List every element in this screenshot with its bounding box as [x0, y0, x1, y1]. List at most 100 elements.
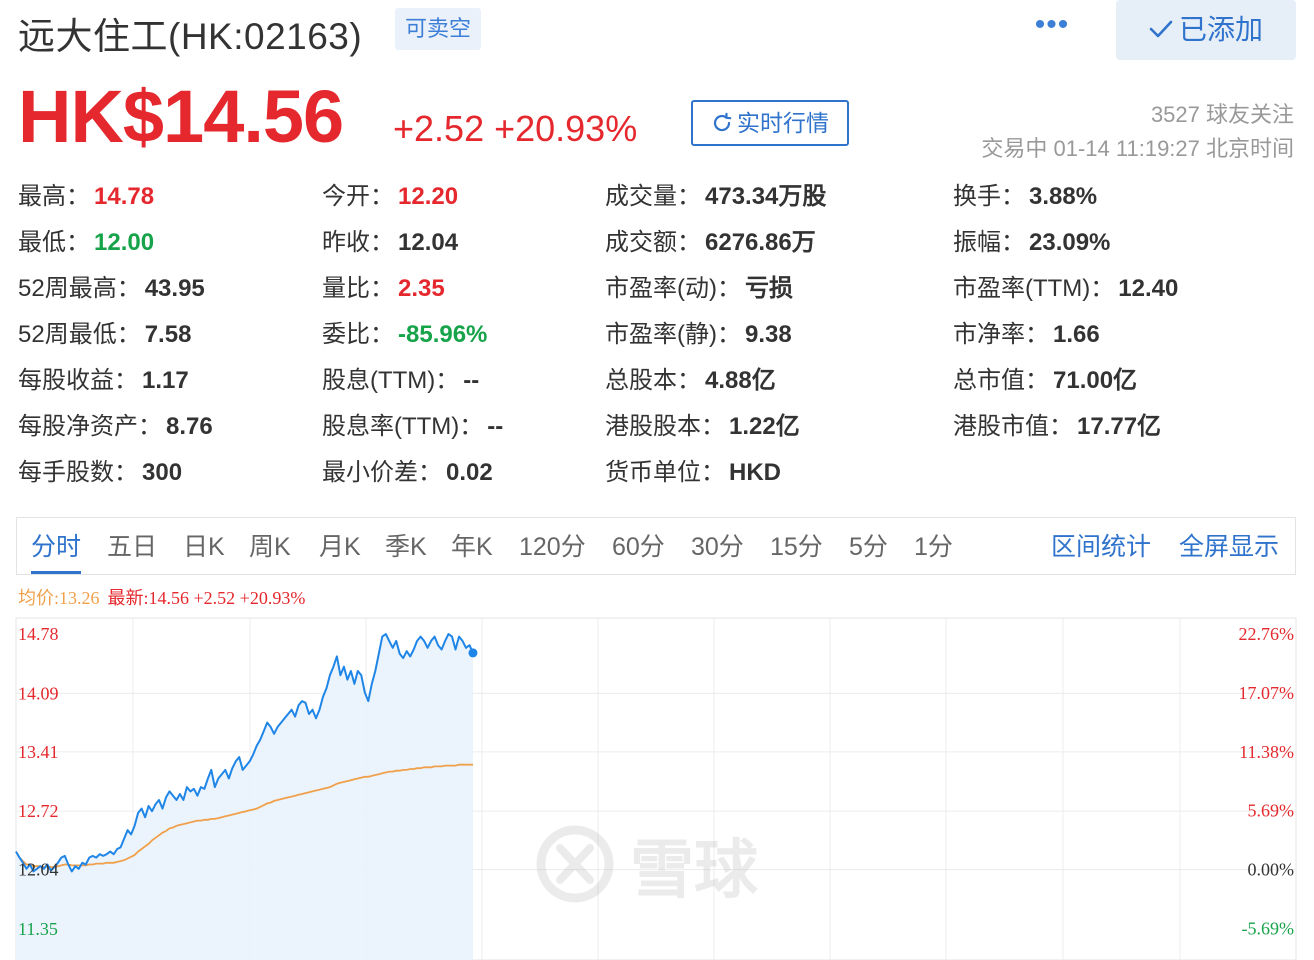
stat-item: 市盈率(静)： 9.38 — [605, 320, 792, 350]
y-axis-right: 22.76% 17.07% 11.38% 5.69% 0.00% -5.69% — [1239, 624, 1295, 939]
tab-period[interactable]: 日K — [183, 518, 225, 574]
stat-item: 总股本： 4.88亿 — [605, 366, 776, 396]
tab-period[interactable]: 分时 — [31, 518, 82, 574]
stat-item: 振幅： 23.09% — [953, 228, 1110, 258]
stat-value: 7.58 — [144, 321, 192, 348]
stat-value: 473.34万股 — [705, 183, 827, 210]
stat-label: 每手股数： — [18, 459, 138, 486]
stat-label: 市净率： — [953, 321, 1049, 348]
stat-value: 23.09% — [1029, 229, 1111, 256]
stat-value: 12.40 — [1118, 275, 1179, 302]
stat-value: -- — [463, 367, 480, 394]
y-right-tick: 0.00% — [1248, 860, 1295, 880]
stat-item: 最低： 12.00 — [18, 228, 154, 258]
stat-value: 6276.86万 — [705, 229, 816, 256]
stat-item: 52周最低： 7.58 — [18, 320, 191, 350]
stat-item: 委比： -85.96% — [322, 320, 487, 350]
stat-value: 8.76 — [166, 413, 213, 440]
stat-value: 14.78 — [94, 183, 155, 210]
stat-value: 1.66 — [1053, 321, 1100, 348]
last-price-dot — [468, 648, 478, 658]
tab-period[interactable]: 年K — [451, 518, 493, 574]
fullscreen-button[interactable]: 全屏显示 — [1179, 518, 1279, 574]
stat-label: 每股收益： — [18, 367, 138, 394]
stat-value: 9.38 — [744, 321, 792, 348]
stat-item: 港股市值： 17.77亿 — [953, 412, 1161, 442]
stat-label: 货币单位： — [605, 459, 725, 486]
stat-item: 换手： 3.88% — [953, 182, 1097, 212]
stat-item: 成交额： 6276.86万 — [605, 228, 816, 258]
stat-label: 市盈率(TTM)： — [953, 275, 1115, 302]
stat-value: 300 — [142, 459, 183, 486]
stat-label: 股息(TTM)： — [322, 367, 460, 394]
stat-value: -- — [487, 413, 504, 440]
short-sell-badge[interactable]: 可卖空 — [395, 8, 482, 50]
stat-label: 量比： — [322, 275, 394, 302]
stat-label: 成交额： — [605, 229, 701, 256]
stat-item: 每手股数： 300 — [18, 458, 182, 488]
tab-period[interactable]: 周K — [249, 518, 291, 574]
current-price: HK$14.56 — [18, 75, 344, 158]
stat-item: 成交量： 473.34万股 — [605, 182, 826, 212]
stat-label: 换手： — [953, 183, 1025, 210]
tab-period[interactable]: 30分 — [691, 518, 744, 574]
y-left-tick: 14.09 — [18, 683, 59, 703]
tab-period[interactable]: 120分 — [519, 518, 586, 574]
added-watchlist-button[interactable]: 已添加 — [1116, 0, 1296, 60]
stat-item: 货币单位： HKD — [605, 458, 781, 488]
tab-period[interactable]: 60分 — [612, 518, 665, 574]
stat-item: 总市值： 71.00亿 — [953, 366, 1137, 396]
y-right-tick: 17.07% — [1239, 683, 1295, 703]
stat-item: 股息率(TTM)： -- — [322, 412, 503, 442]
tab-period[interactable]: 1分 — [914, 518, 953, 574]
check-icon — [1149, 0, 1173, 60]
stat-item: 52周最高： 43.95 — [18, 274, 205, 304]
stat-value: 亏损 — [744, 275, 793, 302]
tab-period[interactable]: 季K — [385, 518, 427, 574]
stat-value: 0.02 — [446, 459, 493, 486]
tab-period[interactable]: 五日 — [107, 518, 157, 574]
stat-label: 最小价差： — [322, 459, 442, 486]
stat-value: -85.96% — [398, 321, 488, 348]
y-right-tick: 11.38% — [1239, 742, 1294, 762]
y-right-tick: 5.69% — [1248, 801, 1295, 821]
trade-status: 交易中 01-14 11:19:27 北京时间 — [981, 136, 1294, 161]
tab-period[interactable]: 5分 — [849, 518, 888, 574]
stat-item: 市净率： 1.66 — [953, 320, 1100, 350]
stat-label: 最低： — [18, 229, 90, 256]
tab-period[interactable]: 15分 — [770, 518, 823, 574]
stat-label: 52周最高： — [18, 275, 141, 302]
realtime-quote-button[interactable]: 实时行情 — [691, 100, 849, 146]
followers-count: 3527 球友关注 — [1150, 102, 1294, 127]
stat-label: 市盈率(动)： — [605, 275, 741, 302]
y-left-tick: 12.04 — [18, 860, 59, 880]
price-change: +2.52 +20.93% — [393, 108, 638, 149]
stat-label: 每股净资产： — [18, 413, 162, 440]
stat-label: 成交量： — [605, 183, 701, 210]
stat-label: 港股市值： — [953, 413, 1073, 440]
y-left-tick: 13.41 — [18, 742, 59, 762]
refresh-icon — [711, 105, 733, 147]
y-left-tick: 14.78 — [18, 624, 59, 644]
stat-label: 总股本： — [605, 367, 701, 394]
stat-value: 4.88亿 — [705, 367, 776, 394]
stat-item: 今开： 12.20 — [322, 182, 458, 212]
tab-period[interactable]: 月K — [319, 518, 361, 574]
stat-item: 每股收益： 1.17 — [18, 366, 189, 396]
stat-value: 12.20 — [398, 183, 459, 210]
y-right-tick: -5.69% — [1242, 919, 1295, 939]
stat-label: 港股股本： — [605, 413, 725, 440]
stat-label: 总市值： — [953, 367, 1049, 394]
stat-value: 12.04 — [398, 229, 459, 256]
y-left-tick: 12.72 — [18, 801, 59, 821]
stat-item: 每股净资产： 8.76 — [18, 412, 213, 442]
stat-item: 市盈率(动)： 亏损 — [605, 274, 793, 304]
intraday-chart[interactable]: 雪球 14.78 14.09 13.41 12.72 12.04 11.35 22.76%… — [0, 600, 1314, 960]
range-stats-button[interactable]: 区间统计 — [1051, 518, 1151, 574]
more-options-icon[interactable]: ••• — [1030, 10, 1074, 46]
stat-label: 委比： — [322, 321, 394, 348]
stat-value: 43.95 — [144, 275, 205, 302]
stat-value: 17.77亿 — [1077, 413, 1162, 440]
stat-label: 股息率(TTM)： — [322, 413, 484, 440]
stat-label: 市盈率(静)： — [605, 321, 741, 348]
